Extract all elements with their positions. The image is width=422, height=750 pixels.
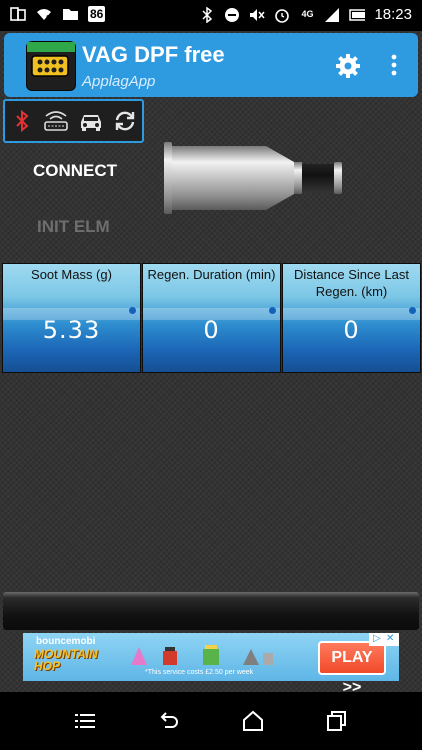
connect-button[interactable]: CONNECT <box>33 161 117 181</box>
clock: 18:23 <box>374 6 412 23</box>
connection-status-strip <box>3 99 144 143</box>
ad-artwork <box>131 645 273 665</box>
bluetooth-icon <box>199 6 215 23</box>
status-dot <box>409 307 416 314</box>
svg-text:?: ? <box>46 14 51 22</box>
gauge-label: Regen. Duration (min) <box>147 267 276 282</box>
ad-play-button[interactable]: PLAY >> <box>318 641 386 696</box>
app-logo-icon <box>26 41 76 91</box>
ad-close-icon: ✕ <box>386 633 395 644</box>
app-bar: VAG DPF free ApplagApp <box>4 33 418 97</box>
folder-icon <box>62 6 78 22</box>
battery-icon <box>349 7 366 23</box>
screen-mirror-icon <box>10 6 26 22</box>
signal-icon <box>324 7 340 23</box>
system-navigation-bar <box>0 692 422 750</box>
menu-icon[interactable] <box>73 709 97 733</box>
settings-gear-icon[interactable] <box>334 52 362 80</box>
gauge-regen-duration: Regen. Duration (min) 0 <box>142 263 281 373</box>
ad-info-icon: ▷ <box>373 633 381 644</box>
gauge-distance-since-regen: Distance Since Last Regen. (km) 0 <box>282 263 421 373</box>
status-dot <box>269 307 276 314</box>
dpf-filter-image <box>162 138 350 218</box>
ad-game-title: MOUNTAIN HOP <box>34 648 98 672</box>
mute-icon <box>249 7 266 23</box>
ad-banner[interactable]: bouncemobi MOUNTAIN HOP *This service co… <box>23 633 399 696</box>
gauge-value: 0 <box>343 316 360 344</box>
bottom-status-bar <box>3 592 419 630</box>
gauge-label: Distance Since Last Regen. (km) <box>294 267 409 299</box>
ad-choices-icon[interactable]: ▷ ✕ <box>369 633 399 646</box>
gauge-value: 0 <box>203 316 220 344</box>
home-icon[interactable] <box>241 709 265 733</box>
back-icon[interactable] <box>157 709 181 733</box>
network-type-icon: 4G <box>301 9 314 19</box>
alarm-icon <box>274 7 290 23</box>
bluetooth-icon <box>9 108 35 134</box>
overflow-menu-icon[interactable] <box>389 51 399 79</box>
app-subtitle: ApplagApp <box>82 73 156 90</box>
status-bar: ? 86 4G 18:23 <box>0 0 422 31</box>
ad-game-line2: HOP <box>34 659 61 673</box>
ad-brand: bouncemobi <box>36 636 96 647</box>
refresh-icon[interactable] <box>112 108 138 134</box>
car-icon <box>78 108 104 134</box>
wifi-question-icon: ? <box>36 6 52 22</box>
recents-icon[interactable] <box>325 709 349 733</box>
ad-disclaimer: *This service costs £2.50 per week <box>145 669 254 676</box>
gauge-value: 5.33 <box>42 316 101 344</box>
obd-adapter-icon <box>43 108 69 134</box>
init-elm-button[interactable]: INIT ELM <box>37 217 110 237</box>
status-dot <box>129 307 136 314</box>
do-not-disturb-icon <box>224 7 240 23</box>
gauge-label: Soot Mass (g) <box>31 267 112 282</box>
gauge-soot-mass: Soot Mass (g) 5.33 <box>2 263 141 373</box>
notification-badge: 86 <box>88 6 106 22</box>
app-title: VAG DPF free <box>82 42 225 67</box>
